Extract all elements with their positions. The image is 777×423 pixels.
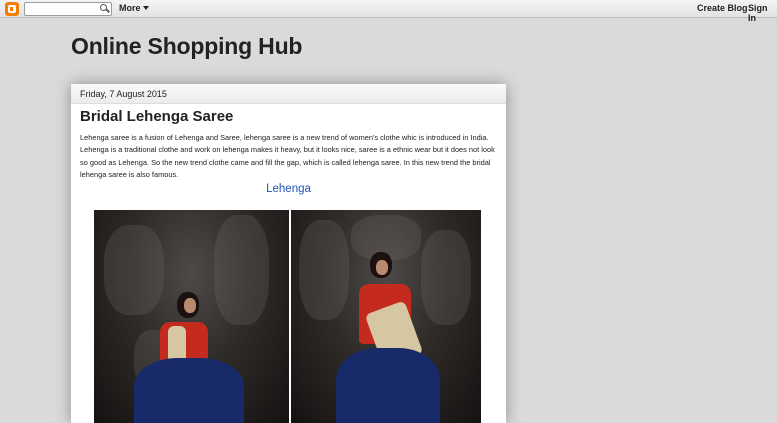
sign-in-link[interactable]: Sign In — [748, 3, 777, 23]
lehenga-photo-right[interactable] — [291, 210, 481, 423]
blogger-icon[interactable] — [5, 2, 19, 16]
blog-title[interactable]: Online Shopping Hub — [71, 33, 302, 60]
more-menu-label: More — [119, 3, 141, 13]
blogger-navbar: More Create Blog Sign In — [0, 0, 777, 23]
create-blog-link[interactable]: Create Blog — [697, 3, 748, 13]
lehenga-photo-left[interactable] — [94, 210, 289, 423]
post-subheading: Lehenga — [266, 183, 311, 195]
search-icon[interactable] — [98, 3, 110, 15]
post-title[interactable]: Bridal Lehenga Saree — [80, 108, 233, 125]
post-date: Friday, 7 August 2015 — [71, 84, 506, 104]
caret-down-icon — [142, 6, 149, 10]
post-body: Lehenga saree is a fusion of Lehenga and… — [80, 133, 495, 179]
search-input[interactable] — [24, 2, 112, 16]
more-menu-button[interactable]: More — [119, 3, 149, 13]
post-card: Friday, 7 August 2015 Bridal Lehenga Sar… — [71, 84, 506, 423]
